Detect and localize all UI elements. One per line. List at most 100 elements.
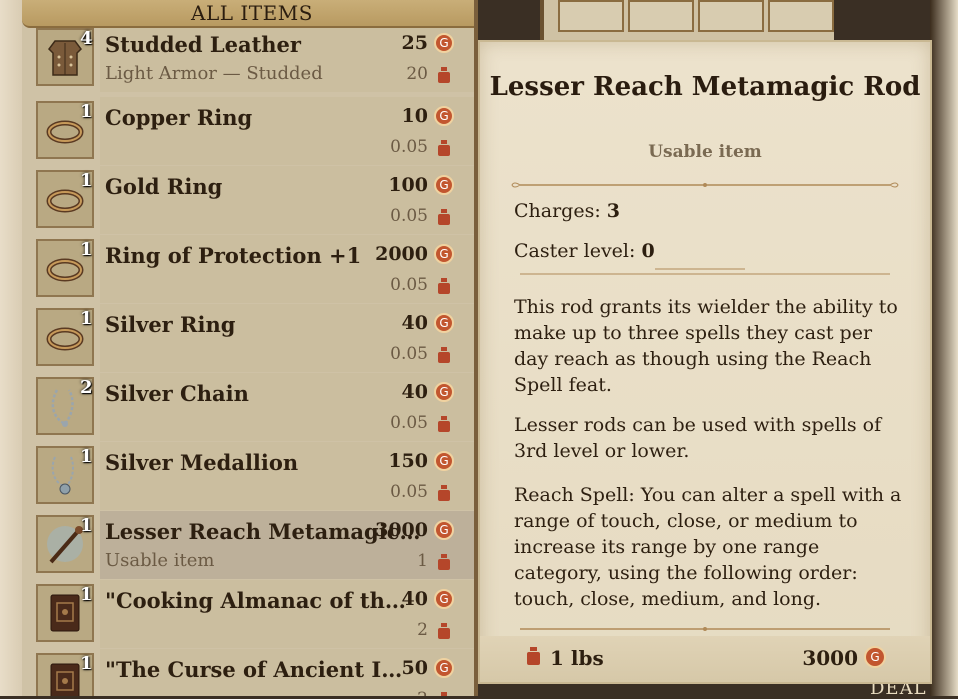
item-weight: 0.05: [390, 413, 428, 433]
charges-stat: Charges: 3: [514, 200, 620, 222]
item-price: 40: [401, 588, 428, 610]
weight-icon: [438, 209, 450, 225]
item-price: 2000: [375, 243, 428, 265]
item-name: Silver Medallion: [105, 450, 299, 475]
weight-icon: [438, 347, 450, 363]
item-quantity: 1: [80, 308, 93, 329]
footer-price: 3000: [802, 646, 858, 670]
gold-coin-icon: G: [434, 106, 454, 126]
item-name: Silver Ring: [105, 312, 236, 337]
item-weight: 0.05: [390, 344, 428, 364]
item-price: 40: [401, 381, 428, 403]
window-pane: [698, 0, 764, 32]
gold-coin-icon: G: [434, 313, 454, 333]
item-quantity: 4: [80, 28, 93, 49]
weight-icon: [438, 140, 450, 156]
window-pane: [558, 0, 624, 32]
item-quantity: 2: [80, 377, 93, 398]
caster-level-label: Caster level:: [514, 240, 636, 262]
item-tooltip: Lesser Reach Metamagic Rod Usable item C…: [478, 40, 932, 684]
background-right-panel: [930, 0, 958, 696]
weight-icon: [527, 647, 540, 665]
background-window: [540, 0, 834, 40]
item-weight: 0.05: [390, 482, 428, 502]
charges-label: Charges:: [514, 200, 601, 222]
item-subtype: Usable item: [105, 550, 215, 571]
gold-coin-icon: G: [434, 589, 454, 609]
charges-value: 3: [606, 200, 621, 222]
divider-ornament: [520, 268, 890, 275]
window-pane: [628, 0, 694, 32]
inventory-item[interactable]: 2 Silver Chain 40 G 0.05: [30, 373, 474, 441]
description-paragraph-3: Reach Spell: You can alter a spell with …: [514, 484, 902, 610]
tooltip-subtitle: Usable item: [648, 142, 762, 162]
item-weight: 1: [417, 551, 428, 571]
inventory-item[interactable]: 1 Silver Ring 40 G 0.05: [30, 304, 474, 372]
weight-icon: [441, 692, 447, 696]
item-name: Studded Leather: [105, 32, 301, 57]
item-quantity: 1: [80, 170, 93, 191]
divider-ornament: [511, 182, 899, 188]
item-price: 100: [388, 174, 428, 196]
tooltip-title: Lesser Reach Metamagic Rod: [489, 72, 921, 102]
gold-coin-icon: G: [434, 33, 454, 53]
gold-coin-icon: G: [434, 451, 454, 471]
gold-coin-icon: G: [434, 244, 454, 264]
weight-icon: [438, 623, 450, 639]
item-name: Ring of Protection +1: [105, 243, 362, 268]
gold-coin-icon: G: [434, 382, 454, 402]
footer-weight: 1 lbs: [550, 646, 604, 670]
inventory-item[interactable]: 1 "The Curse of Ancient I…50 G 2: [30, 649, 474, 696]
weight-icon: [438, 485, 450, 501]
item-quantity: 1: [80, 239, 93, 260]
gold-coin-icon: G: [434, 658, 454, 678]
list-header: ALL ITEMS: [22, 0, 474, 28]
tooltip-footer: [480, 636, 930, 682]
window-pane: [768, 0, 834, 32]
item-price: 150: [388, 450, 428, 472]
weight-icon: [438, 554, 450, 570]
item-quantity: 1: [80, 101, 93, 122]
gold-coin-icon: G: [434, 175, 454, 195]
item-price: 25: [401, 32, 428, 54]
inventory-item[interactable]: 4 Studded Leather Light Armor — Studded 25 G…: [30, 24, 474, 92]
caster-level-stat: Caster level: 0: [514, 240, 655, 262]
item-quantity: 1: [80, 446, 93, 467]
item-weight: 20: [406, 64, 428, 84]
weight-icon: [438, 67, 450, 83]
divider-ornament: [520, 627, 890, 631]
inventory-item[interactable]: 1 Lesser Reach Metamagic… Usable item 3000 G…: [30, 511, 474, 579]
inventory-item[interactable]: 1 "Cooking Almanac of th… 40 G 2: [30, 580, 474, 648]
item-name: "Cooking Almanac of th…: [105, 588, 406, 613]
item-quantity: 1: [80, 584, 93, 605]
item-price: 50: [401, 657, 428, 679]
item-name: Gold Ring: [105, 174, 223, 199]
description-paragraph-1: This rod grants its wielder the ability …: [514, 296, 898, 396]
item-weight: 0.05: [390, 206, 428, 226]
item-name: Silver Chain: [105, 381, 249, 406]
item-weight: 2: [417, 689, 428, 696]
inventory-item[interactable]: 1 Gold Ring 100 G 0.05: [30, 166, 474, 234]
item-quantity: 1: [80, 515, 93, 536]
background-left-panel: [0, 0, 22, 696]
item-weight: 0.05: [390, 137, 428, 157]
gold-coin-icon: G: [864, 646, 886, 668]
item-quantity: 1: [80, 653, 93, 674]
item-price: 10: [401, 105, 428, 127]
item-name: "The Curse of Ancient I…: [105, 657, 403, 682]
inventory-item[interactable]: 1 Silver Medallion 150 G 0.05: [30, 442, 474, 510]
item-weight: 2: [417, 620, 428, 640]
caster-level-value: 0: [641, 240, 655, 262]
inventory-list[interactable]: ALL ITEMS 4 Studded Leather Light Armor — …: [22, 0, 478, 696]
item-subtype: Light Armor — Studded: [105, 63, 323, 84]
item-price: 3000: [375, 519, 428, 541]
description-paragraph-2: Lesser rods can be used with spells of 3…: [514, 414, 882, 462]
item-name: Copper Ring: [105, 105, 253, 130]
inventory-item[interactable]: 1 Copper Ring 10 G 0.05: [30, 97, 474, 165]
item-price: 40: [401, 312, 428, 334]
item-weight: 0.05: [390, 275, 428, 295]
gold-coin-icon: G: [434, 520, 454, 540]
weight-icon: [438, 416, 450, 432]
weight-icon: [438, 278, 450, 294]
inventory-item[interactable]: 1 Ring of Protection +1 2000 G 0.05: [30, 235, 474, 303]
